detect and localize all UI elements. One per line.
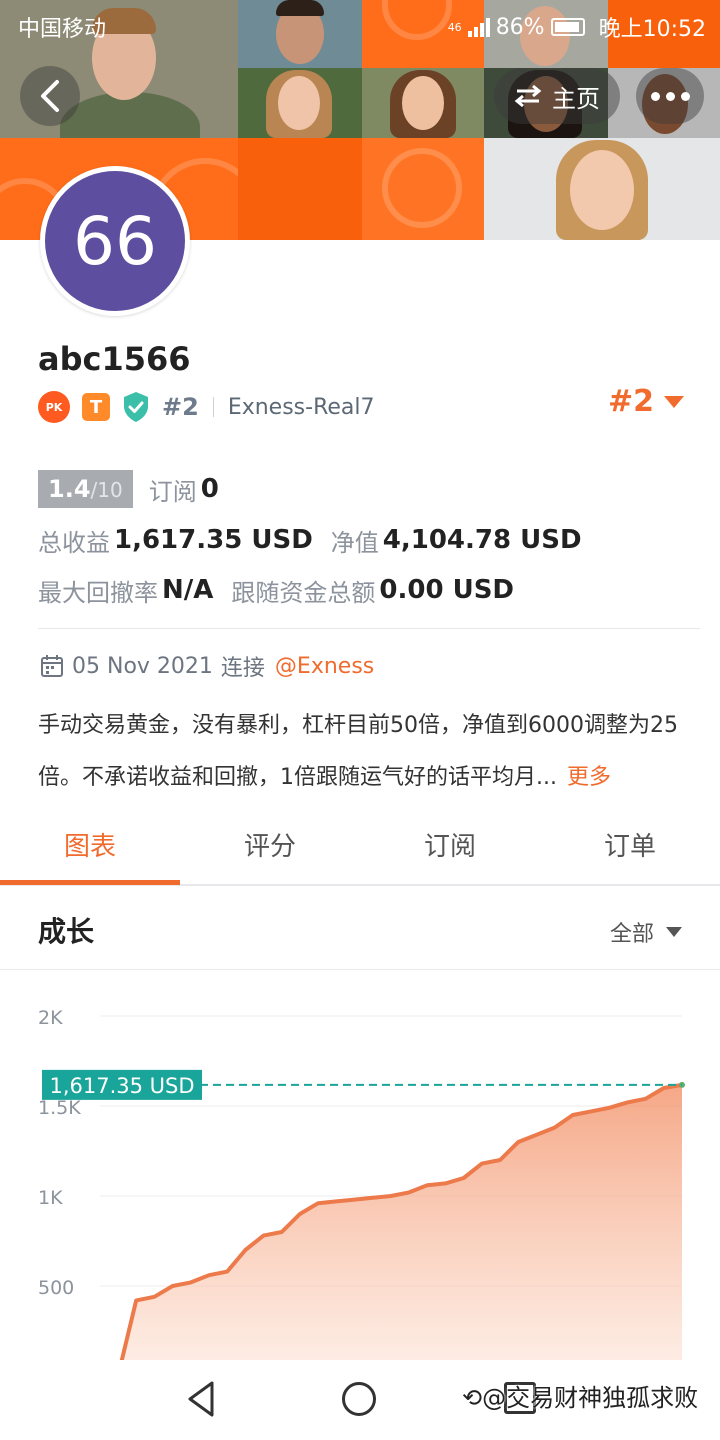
score-row: 1.4 /10 订阅 0 (38, 470, 219, 508)
rank-small: #2 (162, 393, 199, 421)
swap-arrows-icon (514, 84, 542, 108)
more-dot (665, 91, 675, 101)
nav-back-icon[interactable] (186, 1380, 216, 1418)
growth-area (121, 1084, 682, 1360)
server-name: Exness-Real7 (227, 394, 375, 420)
network-type: 46 (447, 20, 462, 34)
max-drawdown-value: N/A (162, 575, 214, 605)
triangle-down-icon (666, 927, 682, 937)
more-button[interactable] (636, 68, 704, 124)
tab-rating[interactable]: 评分 (180, 826, 360, 863)
triangle-down-icon (664, 395, 684, 408)
tab-subscribe[interactable]: 订阅 (360, 826, 540, 863)
banner-photo (238, 68, 362, 138)
follow-funds-label: 跟随资金总额 (231, 578, 376, 607)
y-tick-label: 1K (38, 1187, 63, 1209)
tab-indicator (0, 880, 180, 885)
badge-row: PK T #2 Exness-Real7 (38, 390, 375, 424)
watermark-icon: ⟲@ (462, 1384, 507, 1412)
total-profit-value: 1,617.35 USD (114, 525, 313, 555)
y-tick-label: 1.5K (38, 1097, 81, 1119)
calendar-icon (41, 655, 63, 677)
chevron-left-icon (41, 80, 59, 112)
home-button[interactable]: 主页 (494, 68, 620, 124)
pk-flame-badge[interactable]: PK (38, 391, 70, 423)
score-max: /10 (90, 478, 123, 502)
home-label: 主页 (552, 84, 600, 113)
carrier-name: 中国移动 (18, 17, 107, 42)
description: 手动交易黄金，没有暴利，杠杆目前50倍，净值到6000调整为25倍。不承诺收益和… (38, 700, 702, 804)
follow-funds-value: 0.00 USD (379, 575, 515, 605)
score-value: 1.4 (48, 475, 91, 503)
range-label: 全部 (609, 922, 654, 947)
watermark-text: 交易财神独孤求败 (506, 1384, 699, 1412)
system-nav-bar: ⟲@交易财神独孤求败 (0, 1360, 720, 1440)
banner-pattern (238, 138, 362, 240)
status-bar: 中国移动 46 86% 晚上10:52 (0, 0, 720, 50)
more-link[interactable]: 更多 (567, 765, 611, 790)
tab-bar: 图表 评分 订阅 订单 (0, 812, 720, 886)
equity-label: 净值 (330, 528, 379, 557)
subscribe-value: 0 (200, 474, 219, 504)
y-tick-label: 2K (38, 1007, 63, 1029)
status-indicators: 46 86% 晚上10:52 (448, 11, 706, 43)
watermark: ⟲@交易财神独孤求败 (462, 1378, 698, 1413)
connection-label: 连接 (220, 656, 265, 681)
subscribe-label: 订阅 (148, 477, 197, 506)
broker-link[interactable]: @Exness (275, 654, 374, 679)
banner-photo (362, 68, 484, 138)
battery-icon (550, 18, 585, 36)
username: abc1566 (38, 340, 191, 378)
nav-home-icon[interactable] (342, 1382, 376, 1416)
back-button[interactable] (20, 66, 80, 126)
avatar[interactable]: 66 (40, 166, 190, 316)
tab-orders[interactable]: 订单 (540, 826, 720, 863)
y-tick-label: 500 (38, 1277, 74, 1299)
profit-row: 总收益 1,617.35 USD 净值 4,104.78 USD (38, 520, 582, 560)
equity-value: 4,104.78 USD (382, 525, 582, 555)
signal-icon (467, 17, 490, 37)
rank-dropdown[interactable]: #2 (608, 384, 684, 419)
divider (212, 397, 214, 417)
verified-shield-icon[interactable] (122, 391, 150, 423)
total-profit-label: 总收益 (38, 528, 110, 557)
battery-percent: 86% (495, 14, 545, 40)
drawdown-row: 最大回撤率 N/A 跟随资金总额 0.00 USD (38, 570, 514, 610)
connection-row: 05 Nov 2021 连接 @Exness (40, 650, 374, 682)
growth-title: 成长 (38, 915, 95, 948)
rank-big: #2 (607, 384, 654, 419)
more-dots-icon (650, 91, 660, 101)
more-dot (680, 91, 690, 101)
max-drawdown-label: 最大回撤率 (38, 578, 158, 607)
connection-date: 05 Nov 2021 (72, 653, 213, 679)
growth-header: 成长 全部 (0, 888, 720, 970)
score-badge[interactable]: 1.4 /10 (38, 470, 133, 508)
range-dropdown[interactable]: 全部 (610, 916, 682, 948)
clock: 晚上10:52 (598, 17, 706, 42)
banner-pattern (362, 138, 484, 240)
current-value-label: 1,617.35 USD (49, 1074, 194, 1098)
tab-chart[interactable]: 图表 (0, 826, 180, 863)
banner-photo (484, 138, 720, 240)
section-divider (38, 628, 700, 629)
growth-chart[interactable]: 2K 1.5K 1K 500 1,617.35 USD (0, 972, 720, 1360)
t-badge[interactable]: T (82, 393, 110, 421)
